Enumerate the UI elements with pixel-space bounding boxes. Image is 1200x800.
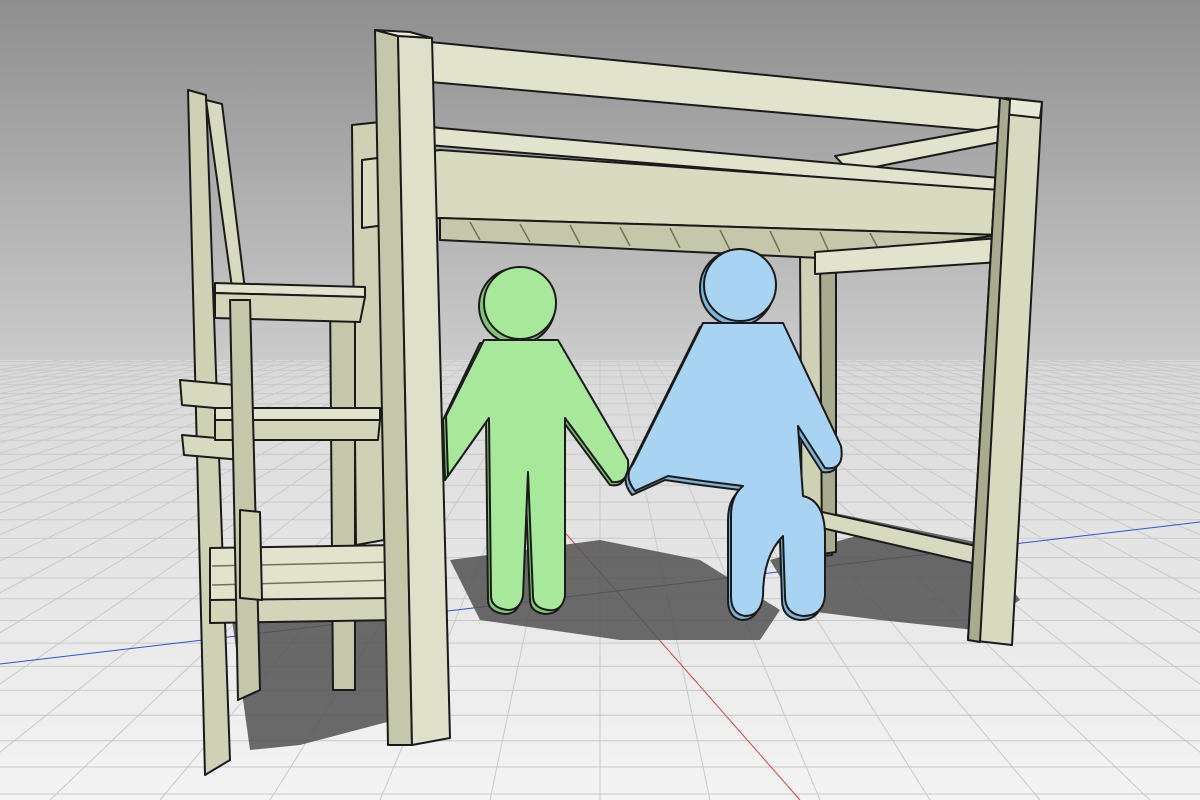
scene-canvas[interactable] <box>0 0 1200 800</box>
3d-viewport[interactable] <box>0 0 1200 800</box>
